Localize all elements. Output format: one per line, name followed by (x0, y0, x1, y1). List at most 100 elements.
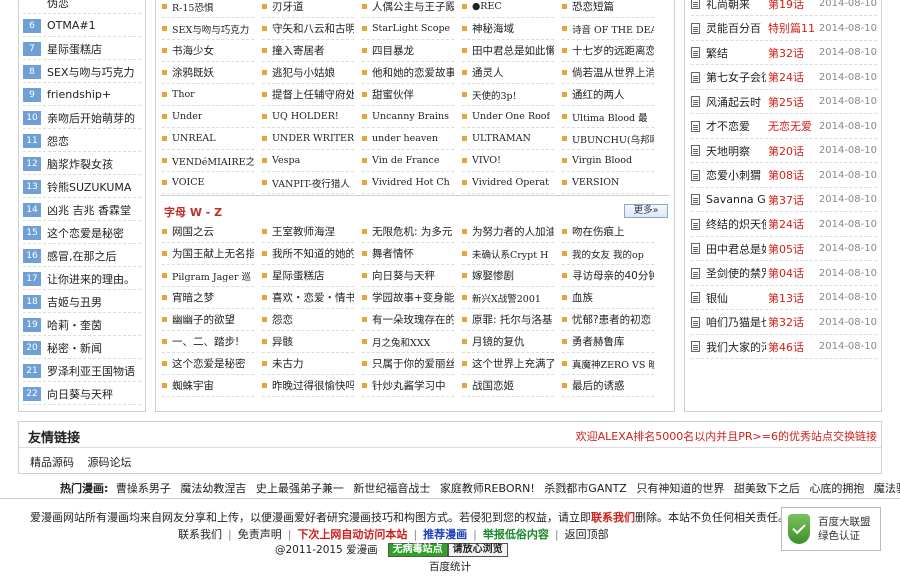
manga-list-item[interactable]: 月之兔和XXX (362, 331, 454, 353)
rank-item[interactable]: 15 这个恋爱是秘密 (23, 222, 141, 244)
manga-title-link[interactable]: 嫁娶惨剧 (472, 268, 514, 283)
rank-item[interactable]: 19 哈莉・奎茵 (23, 314, 141, 336)
manga-list-item[interactable]: 昨晚过得很愉快吗 (262, 375, 354, 397)
update-item[interactable]: 圣剑使的禁咒 第04话 2014-08-10 (691, 262, 877, 286)
manga-title-link[interactable]: Vividred Hot Ch (372, 177, 450, 188)
manga-title-link[interactable]: 只属于你的爱丽丝 (372, 356, 454, 371)
manga-title-link[interactable]: VOICE (172, 177, 204, 188)
update-episode-link[interactable]: 第19话 (768, 0, 818, 12)
safe-browse-badge[interactable]: 请放心浏览 (447, 542, 508, 557)
manga-title-link[interactable]: 吻在伤痕上 (572, 224, 625, 239)
manga-list-item[interactable]: 无限危机: 为多元 (362, 221, 454, 243)
manga-list-item[interactable]: 最后的诱惑 (562, 375, 654, 397)
rank-title[interactable]: 脑浆炸裂女孩 (47, 156, 113, 172)
manga-title-link[interactable]: 天使的3p! (472, 88, 516, 102)
manga-title-link[interactable]: 神秘海域 (472, 21, 514, 36)
manga-list-item[interactable]: Thor (162, 84, 254, 106)
manga-list-item[interactable]: 逃犯与小姑娘 (262, 62, 354, 84)
manga-list-item[interactable]: 倘若温从世界上消 (562, 62, 654, 84)
report-link[interactable]: 举报低俗内容 (483, 528, 549, 541)
manga-list-item[interactable]: 月镜的复仇 (462, 331, 554, 353)
manga-list-item[interactable]: 吻在伤痕上 (562, 221, 654, 243)
update-title-link[interactable]: 灵能百分百 (706, 20, 766, 36)
manga-title-link[interactable]: 四目暴龙 (372, 43, 414, 58)
manga-title-link[interactable]: 人偶公主与王子殿 (372, 0, 454, 14)
rank-item[interactable]: 14 凶兆 吉兆 香霖堂 (23, 199, 141, 221)
update-item[interactable]: Savanna Game第37话2014-08-10 (691, 188, 877, 212)
rank-item[interactable]: 7 星际蛋糕店 (23, 38, 141, 60)
manga-title-link[interactable]: 有一朵玫瑰存在的 (372, 312, 454, 327)
rank-item[interactable]: 17 让你进来的理由。 (23, 268, 141, 290)
rank-title[interactable]: 让你进来的理由。 (47, 271, 135, 287)
manga-title-link[interactable]: under heaven (372, 133, 438, 144)
manga-list-item[interactable]: Uncanny Brains (362, 106, 454, 128)
update-title-link[interactable]: 圣剑使的禁咒 (706, 265, 766, 281)
rank-title[interactable]: 哈莉・奎茵 (47, 317, 102, 333)
manga-title-link[interactable]: Vividred Operat (472, 177, 549, 188)
manga-list-item[interactable]: 未古力 (262, 353, 354, 375)
manga-list-item[interactable]: VERSION (562, 172, 654, 194)
manga-list-item[interactable]: 真魔神ZERO VS 暗 (562, 353, 654, 375)
manga-list-item[interactable]: UBUNCHU(乌邦啾!) (562, 128, 654, 150)
update-episode-link[interactable]: 第24话 (768, 69, 818, 85)
manga-list-item[interactable]: 有一朵玫瑰存在的 (362, 309, 454, 331)
manga-list-item[interactable]: 他和她的恋爱故事 (362, 62, 454, 84)
rank-item[interactable]: 伪恋 (23, 0, 141, 14)
manga-title-link[interactable]: 刃牙道 (272, 0, 304, 14)
stats-link[interactable]: 百度统计 (429, 559, 471, 574)
update-item[interactable]: 田中君总是如 第05话 2014-08-10 (691, 237, 877, 261)
manga-list-item[interactable]: 蜘蛛宇宙 (162, 375, 254, 397)
manga-title-link[interactable]: 一、二、踏步! (172, 334, 239, 349)
manga-list-item[interactable]: 针炒丸酱学习中 (362, 375, 454, 397)
update-item[interactable]: 礼尚朝来 第19话 2014-08-10 (691, 0, 877, 16)
manga-list-item[interactable]: Vespa (262, 150, 354, 172)
manga-title-link[interactable]: 我所不知道的她的 (272, 246, 354, 261)
rank-item[interactable]: 11 怨恋 (23, 130, 141, 152)
manga-title-link[interactable]: Thor (172, 89, 195, 100)
manga-title-link[interactable]: 血族 (572, 290, 593, 305)
update-item[interactable]: 天地明察 第20话 2014-08-10 (691, 139, 877, 163)
update-episode-link[interactable]: 第05话 (768, 241, 818, 257)
manga-list-item[interactable]: VANPIT-夜行猎人 (262, 172, 354, 194)
friend-link[interactable]: 精品源码 (30, 456, 74, 469)
manga-title-link[interactable]: 宵暗之梦 (172, 290, 214, 305)
update-episode-link[interactable]: 第20话 (768, 143, 818, 159)
update-episode-link[interactable]: 第46话 (768, 339, 818, 355)
update-title-link[interactable]: 终结的炽天使 (706, 216, 766, 232)
manga-title-link[interactable]: UBUNCHU(乌邦啾!) (572, 132, 654, 146)
manga-title-link[interactable]: 真魔神ZERO VS 暗 (572, 357, 654, 371)
manga-title-link[interactable]: 月镜的复仇 (472, 334, 525, 349)
manga-list-item[interactable]: 血族 (562, 287, 654, 309)
manga-list-item[interactable]: Virgin Blood (562, 150, 654, 172)
manga-title-link[interactable]: SEX与吻与巧克力 (172, 22, 249, 36)
manga-list-item[interactable]: 撞入寄居者 (262, 40, 354, 62)
rank-title[interactable]: 怨恋 (47, 133, 69, 149)
manga-title-link[interactable]: 异骸 (272, 334, 293, 349)
manga-title-link[interactable]: 倘若温从世界上消 (572, 65, 654, 80)
manga-title-link[interactable]: 甜蜜伙伴 (372, 87, 414, 102)
friend-link[interactable]: 源码论坛 (88, 456, 132, 469)
manga-title-link[interactable]: 未确认系Crypt H (472, 247, 548, 261)
manga-title-link[interactable]: 舞者情怀 (372, 246, 414, 261)
rank-title[interactable]: SEX与吻与巧克力 (47, 64, 134, 80)
contact-us-link[interactable]: 联系我们 (178, 528, 222, 541)
manga-title-link[interactable]: 为努力者的人加油 (472, 224, 554, 239)
update-title-link[interactable]: 天地明察 (706, 143, 766, 159)
update-item[interactable]: 我们大家的河 第46话 2014-08-10 (691, 335, 877, 359)
manga-list-item[interactable]: ULTRAMAN (462, 128, 554, 150)
manga-list-item[interactable]: 刃牙道 (262, 0, 354, 18)
manga-title-link[interactable]: 未古力 (272, 356, 304, 371)
manga-list-item[interactable]: Vin de France (362, 150, 454, 172)
manga-list-item[interactable]: Pilgram Jager 巡 (162, 265, 254, 287)
more-button[interactable]: 更多» (624, 204, 668, 218)
manga-title-link[interactable]: 书海少女 (172, 43, 214, 58)
manga-title-link[interactable]: Under One Roof (472, 111, 550, 122)
manga-list-item[interactable]: 幽幽子的欲望 (162, 309, 254, 331)
manga-title-link[interactable]: Under (172, 111, 202, 122)
update-title-link[interactable]: 才不恋爱 (706, 118, 766, 134)
manga-list-item[interactable]: VIVO! (462, 150, 554, 172)
manga-list-item[interactable]: 异骸 (262, 331, 354, 353)
manga-list-item[interactable]: 我的女友 我的op (562, 243, 654, 265)
manga-list-item[interactable]: 神秘海域 (462, 18, 554, 40)
rank-title[interactable]: 伪恋 (47, 0, 69, 11)
